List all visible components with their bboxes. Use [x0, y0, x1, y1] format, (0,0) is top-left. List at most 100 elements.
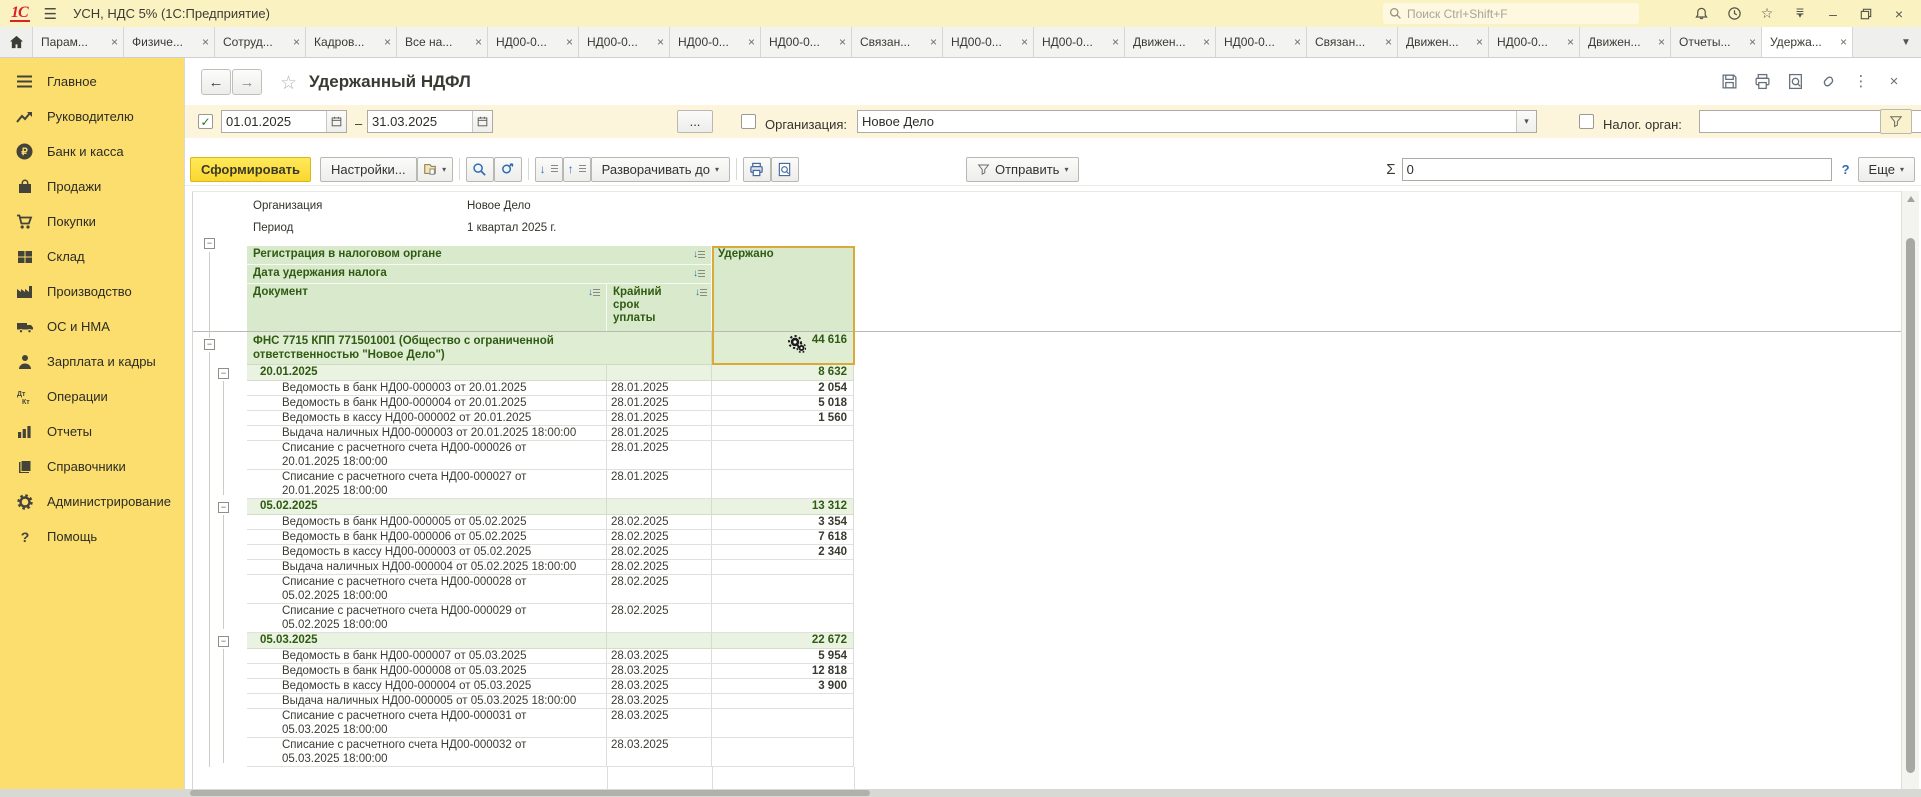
- doc-cell[interactable]: Ведомость в банк НД00-000003 от 20.01.20…: [247, 381, 607, 396]
- deadline-cell[interactable]: 28.03.2025: [607, 738, 712, 767]
- document-row[interactable]: Списание с расчетного счета НД00-000031 …: [247, 709, 854, 738]
- deadline-cell[interactable]: 28.03.2025: [607, 664, 712, 679]
- sidebar-item-14[interactable]: ?Помощь: [0, 519, 184, 554]
- tab-16[interactable]: Движен...×: [1398, 27, 1489, 57]
- deadline-cell[interactable]: 28.03.2025: [607, 709, 712, 738]
- calendar-icon[interactable]: [472, 111, 492, 132]
- document-row[interactable]: Ведомость в кассу НД00-000002 от 20.01.2…: [247, 411, 854, 426]
- expand-groups-button[interactable]: ↑: [563, 157, 591, 182]
- tab-close-icon[interactable]: ×: [1294, 35, 1301, 49]
- chevron-down-icon[interactable]: ▾: [1516, 111, 1536, 132]
- home-tab[interactable]: [0, 27, 33, 57]
- doc-cell[interactable]: Списание с расчетного счета НД00-000027 …: [247, 470, 607, 499]
- tab-13[interactable]: Движен...×: [1125, 27, 1216, 57]
- preview-button[interactable]: [771, 157, 799, 182]
- tab-close-icon[interactable]: ×: [657, 35, 664, 49]
- more-actions-icon[interactable]: ⋮: [1852, 72, 1870, 90]
- help-button[interactable]: ?: [1842, 162, 1850, 177]
- amount-cell[interactable]: 3 900: [712, 679, 854, 694]
- document-row[interactable]: Ведомость в кассу НД00-000003 от 05.02.2…: [247, 545, 854, 560]
- generate-button[interactable]: Сформировать: [190, 157, 311, 182]
- vertical-scrollbar[interactable]: [1901, 191, 1919, 789]
- sidebar-item-11[interactable]: Отчеты: [0, 414, 184, 449]
- doc-cell[interactable]: Ведомость в кассу НД00-000004 от 05.03.2…: [247, 679, 607, 694]
- deadline-cell[interactable]: 28.02.2025: [607, 545, 712, 560]
- document-row[interactable]: Выдача наличных НД00-000005 от 05.03.202…: [247, 694, 854, 709]
- tab-17[interactable]: НД00-0...×: [1489, 27, 1580, 57]
- organization-checkbox[interactable]: [741, 114, 756, 129]
- amount-cell[interactable]: 3 354: [712, 515, 854, 530]
- tab-close-icon[interactable]: ×: [1203, 35, 1210, 49]
- tab-close-icon[interactable]: ×: [748, 35, 755, 49]
- tab-5[interactable]: Все на...×: [397, 27, 488, 57]
- header-withheld[interactable]: Удержано: [712, 246, 854, 332]
- favorites-star-icon[interactable]: ☆: [1759, 6, 1775, 22]
- amount-cell[interactable]: [712, 441, 854, 470]
- sidebar-item-1[interactable]: Главное: [0, 64, 184, 99]
- horizontal-scrollbar[interactable]: [0, 789, 1921, 797]
- deadline-cell[interactable]: 28.02.2025: [607, 575, 712, 604]
- sidebar-item-6[interactable]: Склад: [0, 239, 184, 274]
- doc-cell[interactable]: Выдача наличных НД00-000005 от 05.03.202…: [247, 694, 607, 709]
- period-checkbox[interactable]: ✓: [198, 114, 213, 129]
- close-form-icon[interactable]: ×: [1885, 72, 1903, 90]
- doc-cell[interactable]: Ведомость в банк НД00-000007 от 05.03.20…: [247, 649, 607, 664]
- date-group-row[interactable]: 20.01.20258 632: [247, 365, 854, 381]
- deadline-cell[interactable]: 28.02.2025: [607, 530, 712, 545]
- deadline-cell[interactable]: 28.02.2025: [607, 604, 712, 633]
- tab-close-icon[interactable]: ×: [1021, 35, 1028, 49]
- document-row[interactable]: Ведомость в банк НД00-000003 от 20.01.20…: [247, 381, 854, 396]
- sidebar-item-10[interactable]: ДтКтОперации: [0, 379, 184, 414]
- deadline-cell[interactable]: [607, 633, 712, 649]
- search-input[interactable]: [1407, 7, 1617, 21]
- document-row[interactable]: Выдача наличных НД00-000003 от 20.01.202…: [247, 426, 854, 441]
- tab-close-icon[interactable]: ×: [111, 35, 118, 49]
- save-icon[interactable]: [1720, 72, 1738, 90]
- deadline-cell[interactable]: 28.03.2025: [607, 694, 712, 709]
- document-row[interactable]: Списание с расчетного счета НД00-000027 …: [247, 470, 854, 499]
- service-menu-icon[interactable]: ≡▾: [1792, 6, 1808, 22]
- tab-6[interactable]: НД00-0...×: [488, 27, 579, 57]
- document-row[interactable]: Списание с расчетного счета НД00-000028 …: [247, 575, 854, 604]
- document-row[interactable]: Списание с расчетного счета НД00-000026 …: [247, 441, 854, 470]
- deadline-cell[interactable]: 28.01.2025: [607, 470, 712, 499]
- amount-cell[interactable]: [712, 470, 854, 499]
- tab-10[interactable]: Связан...×: [852, 27, 943, 57]
- doc-cell[interactable]: Списание с расчетного счета НД00-000029 …: [247, 604, 607, 633]
- report-expander[interactable]: −: [204, 238, 215, 249]
- cancel-search-button[interactable]: [494, 157, 522, 182]
- amount-cell[interactable]: 22 672: [712, 633, 854, 649]
- tab-close-icon[interactable]: ×: [1840, 35, 1847, 49]
- date-group-row[interactable]: 05.02.2025 13 312: [247, 499, 854, 515]
- document-row[interactable]: Ведомость в банк НД00-000006 от 05.02.20…: [247, 530, 854, 545]
- expand-to-button[interactable]: Разворачивать до ▾: [591, 157, 730, 182]
- doc-cell[interactable]: Ведомость в банк НД00-000006 от 05.02.20…: [247, 530, 607, 545]
- sidebar-item-2[interactable]: Руководителю: [0, 99, 184, 134]
- tab-close-icon[interactable]: ×: [202, 35, 209, 49]
- document-row[interactable]: Выдача наличных НД00-000004 от 05.02.202…: [247, 560, 854, 575]
- amount-cell[interactable]: 13 312: [712, 499, 854, 515]
- add-favorite-star-icon[interactable]: ☆: [280, 72, 297, 95]
- doc-cell[interactable]: Списание с расчетного счета НД00-000032 …: [247, 738, 607, 767]
- more-button[interactable]: Еще ▾: [1858, 157, 1915, 182]
- date-cell[interactable]: 05.02.2025: [247, 499, 607, 515]
- doc-cell[interactable]: Списание с расчетного счета НД00-000028 …: [247, 575, 607, 604]
- minimize-icon[interactable]: –: [1825, 6, 1841, 22]
- tab-close-icon[interactable]: ×: [930, 35, 937, 49]
- document-row[interactable]: Ведомость в банк НД00-000005 от 05.02.20…: [247, 515, 854, 530]
- notifications-bell-icon[interactable]: [1693, 6, 1709, 22]
- history-clock-icon[interactable]: [1726, 6, 1742, 22]
- amount-cell[interactable]: 2 054: [712, 381, 854, 396]
- deadline-cell[interactable]: 28.01.2025: [607, 426, 712, 441]
- doc-cell[interactable]: Ведомость в банк НД00-000004 от 20.01.20…: [247, 396, 607, 411]
- tab-8[interactable]: НД00-0...×: [670, 27, 761, 57]
- collapse-groups-button[interactable]: ↓: [535, 157, 563, 182]
- deadline-cell[interactable]: [607, 365, 712, 381]
- scroll-up-arrow[interactable]: [1907, 196, 1915, 202]
- sidebar-item-9[interactable]: Зарплата и кадры: [0, 344, 184, 379]
- global-search[interactable]: [1383, 3, 1639, 24]
- back-button[interactable]: ←: [201, 69, 231, 95]
- tab-12[interactable]: НД00-0...×: [1034, 27, 1125, 57]
- document-row[interactable]: Ведомость в банк НД00-000004 от 20.01.20…: [247, 396, 854, 411]
- sidebar-item-13[interactable]: Администрирование: [0, 484, 184, 519]
